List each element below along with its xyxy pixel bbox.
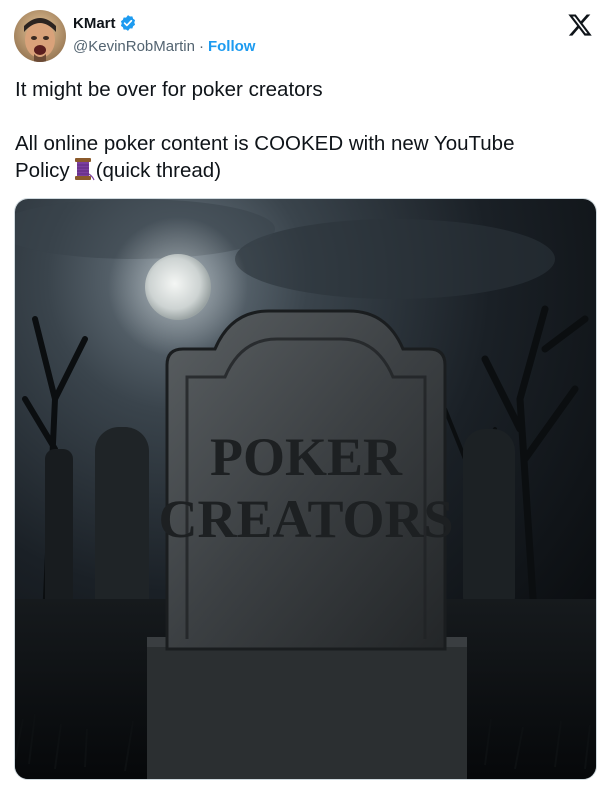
x-logo-icon[interactable] (567, 12, 593, 38)
tweet-line-2: All online poker content is COOKED with … (15, 130, 595, 184)
verified-badge-icon (119, 14, 137, 32)
spool-of-thread-icon (71, 157, 95, 181)
tweet-text: It might be over for poker creators All … (15, 76, 595, 184)
author-avatar[interactable] (14, 10, 66, 62)
tweet-line-2b-pre: Policy (15, 159, 70, 182)
tweet-image[interactable]: POKER CREATORS (14, 198, 597, 780)
tweet-header: KMart @KevinRobMartin · Follow (14, 10, 599, 62)
follow-button[interactable]: Follow (208, 38, 256, 55)
tweet-line-1: It might be over for poker creators (15, 78, 323, 101)
tweet-line-2b-post: (quick thread) (95, 159, 222, 182)
handle-separator: · (198, 38, 204, 55)
tweet-line-2a: All online poker content is COOKED with … (15, 132, 515, 155)
tweet-card: KMart @KevinRobMartin · Follow It might (0, 0, 613, 805)
author-names: KMart @KevinRobMartin · Follow (73, 13, 256, 56)
author-display-name[interactable]: KMart (73, 15, 116, 32)
tombstone-line-2: CREATORS (158, 489, 453, 549)
author-handle[interactable]: @KevinRobMartin (73, 38, 195, 55)
tombstone-line-1: POKER (210, 427, 403, 487)
